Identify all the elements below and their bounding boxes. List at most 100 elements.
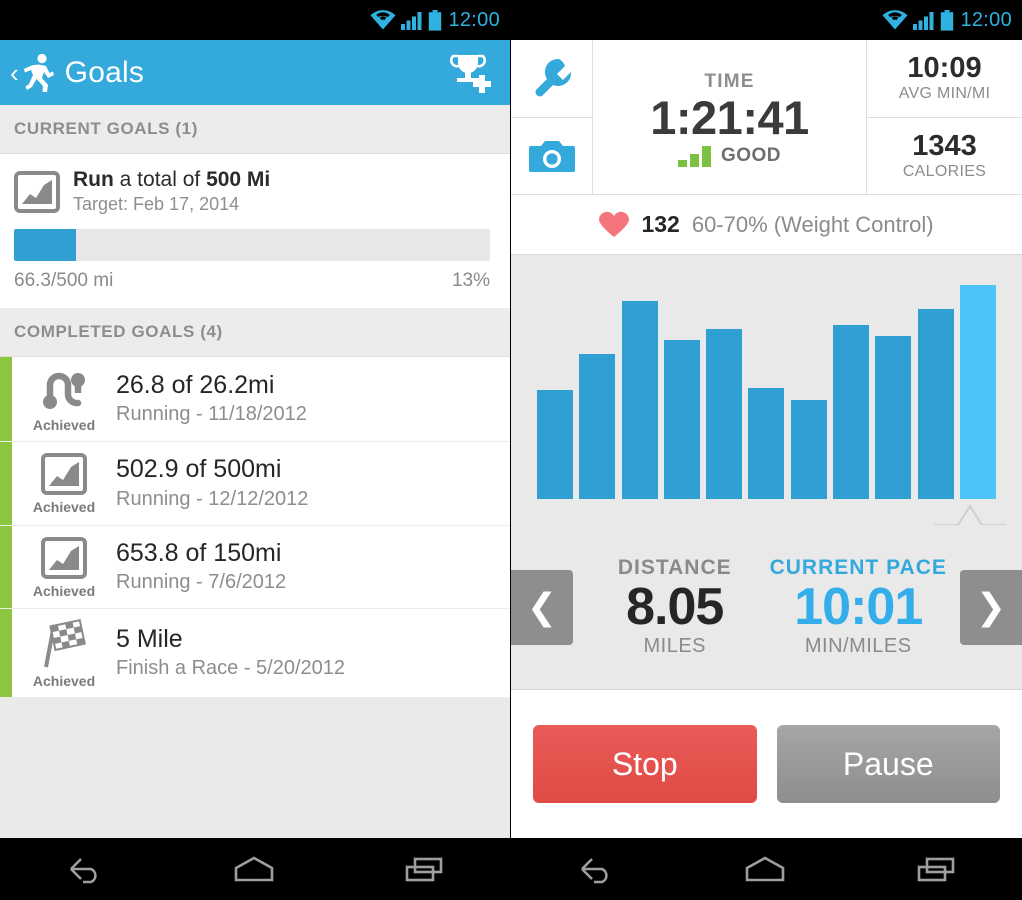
battery-icon bbox=[941, 9, 954, 31]
progress-percent: 13% bbox=[451, 270, 490, 292]
stat-label: AVG MIN/MI bbox=[898, 85, 991, 103]
chart-bars bbox=[537, 277, 996, 499]
pace-unit: MIN/MILES bbox=[804, 634, 912, 657]
chevron-right-icon[interactable]: ❯ bbox=[960, 569, 1022, 645]
screenshot-root: 12:00 ‹ Goals CURRENT GOALS (1) Run a to… bbox=[0, 0, 1022, 900]
time-value: 1:21:41 bbox=[650, 91, 809, 145]
signal-icon bbox=[401, 12, 422, 30]
chevron-left-icon[interactable]: ❮ bbox=[511, 569, 573, 645]
goal-icon-column: Achieved bbox=[12, 526, 116, 609]
list-empty-area bbox=[0, 698, 510, 838]
back-chevron-icon[interactable]: ‹ bbox=[10, 60, 19, 86]
achieved-accent-bar bbox=[0, 609, 12, 698]
progress-bar-fill bbox=[14, 229, 76, 262]
current-goal-target: Target: Feb 17, 2014 bbox=[73, 194, 240, 215]
achieved-badge: Achieved bbox=[32, 499, 96, 516]
signal-bars-icon bbox=[677, 145, 711, 167]
workout-screen: 12:00 TIME 1:21:41 GOOD 10:09 AVG MIN/MI… bbox=[511, 0, 1022, 900]
goal-sub-text: Finish a Race - 5/20/2012 bbox=[116, 657, 346, 680]
home-icon[interactable] bbox=[739, 854, 791, 884]
pace-cell[interactable]: DISTANCE 8.05 MILES bbox=[583, 556, 767, 658]
goal-list-item[interactable]: Achieved 653.8 of 150mi Running - 7/6/2012 bbox=[0, 525, 510, 610]
time-panel: TIME 1:21:41 GOOD bbox=[593, 40, 867, 194]
back-icon[interactable] bbox=[572, 854, 618, 884]
progress-bar bbox=[14, 229, 490, 262]
workout-buttons: Stop Pause bbox=[511, 690, 1022, 838]
checkered-flag-icon bbox=[44, 619, 86, 668]
workout-top-panel: TIME 1:21:41 GOOD 10:09 AVG MIN/MI 1343 CAL… bbox=[511, 40, 1022, 195]
goal-icon-column: Achieved bbox=[12, 357, 116, 441]
chart-bar[interactable] bbox=[537, 389, 573, 499]
chart-selection-caret bbox=[934, 500, 1006, 526]
pause-button[interactable]: Pause bbox=[776, 725, 1000, 803]
chart-bar[interactable] bbox=[621, 300, 658, 499]
goal-main-text: 502.9 of 500mi bbox=[116, 455, 282, 484]
stat-value: 1343 bbox=[912, 129, 977, 162]
current-goal-card[interactable]: Run a total of 500 Mi Target: Feb 17, 20… bbox=[0, 154, 510, 309]
pace-label: CURRENT PACE bbox=[769, 556, 947, 580]
tools-column bbox=[511, 40, 593, 194]
heart-rate-value: 132 bbox=[641, 211, 680, 237]
gps-status: GOOD bbox=[677, 144, 782, 167]
stat-cell: 1343 CALORIES bbox=[867, 116, 1022, 195]
progress-footer: 66.3/500 mi 13% bbox=[14, 270, 490, 298]
goal-body: 653.8 of 150mi Running - 7/6/2012 bbox=[116, 526, 510, 609]
chart-thumbnail-icon bbox=[41, 453, 87, 496]
page-title: Goals bbox=[64, 55, 145, 89]
goal-verb: Run bbox=[73, 168, 114, 191]
goal-body: 26.8 of 26.2mi Running - 11/18/2012 bbox=[116, 357, 510, 441]
achieved-badge: Achieved bbox=[32, 582, 96, 599]
heart-rate-zone: 60-70% (Weight Control) bbox=[691, 211, 934, 237]
goal-mid: a total of bbox=[113, 168, 207, 191]
goal-list-item[interactable]: Achieved 502.9 of 500mi Running - 12/12/20… bbox=[0, 442, 510, 526]
goal-main-text: 653.8 of 150mi bbox=[116, 538, 282, 567]
chart-bar[interactable] bbox=[917, 308, 954, 499]
goal-list-item[interactable]: Achieved 26.8 of 26.2mi Running - 11/18/20… bbox=[0, 357, 510, 443]
home-icon[interactable] bbox=[228, 854, 280, 884]
goal-main-text: 5 Mile bbox=[116, 624, 183, 653]
signal-icon bbox=[913, 12, 934, 30]
chart-bar[interactable] bbox=[790, 399, 827, 499]
stat-value: 10:09 bbox=[907, 52, 982, 85]
chart-bar[interactable] bbox=[706, 328, 743, 499]
chart-bar[interactable] bbox=[748, 388, 785, 499]
goal-body: 5 Mile Finish a Race - 5/20/2012 bbox=[116, 609, 510, 697]
wifi-icon bbox=[882, 10, 908, 30]
trophy-plus-icon[interactable] bbox=[448, 51, 496, 95]
pace-label: DISTANCE bbox=[617, 556, 732, 580]
status-bar-right: 12:00 bbox=[511, 0, 1022, 40]
goal-sub-text: Running - 11/18/2012 bbox=[116, 403, 307, 426]
recents-icon[interactable] bbox=[913, 854, 961, 884]
chart-bar[interactable] bbox=[663, 340, 700, 499]
chart-thumbnail-icon bbox=[41, 536, 87, 579]
status-time: 12:00 bbox=[448, 8, 500, 31]
android-nav-bar bbox=[0, 838, 510, 900]
camera-tool[interactable] bbox=[511, 116, 592, 195]
wifi-icon bbox=[370, 10, 396, 30]
pace-cell[interactable]: CURRENT PACE 10:01 MIN/MILES bbox=[767, 556, 951, 658]
pace-unit: MILES bbox=[643, 634, 707, 657]
settings-tool[interactable] bbox=[511, 40, 592, 117]
heart-rate-row: 132 60-70% (Weight Control) bbox=[511, 195, 1022, 255]
recents-icon[interactable] bbox=[401, 854, 449, 884]
goals-action-bar: ‹ Goals bbox=[0, 40, 510, 105]
goal-list-item[interactable]: Achieved 5 Mile Finish a Race - 5/20/2012 bbox=[0, 609, 510, 699]
route-icon bbox=[43, 372, 85, 410]
splits-chart bbox=[511, 255, 1022, 526]
time-label: TIME bbox=[704, 71, 755, 93]
goal-icon-column: Achieved bbox=[12, 442, 116, 525]
stop-button[interactable]: Stop bbox=[533, 725, 757, 803]
chart-bar[interactable] bbox=[875, 336, 912, 499]
current-goals-header: CURRENT GOALS (1) bbox=[0, 105, 510, 154]
gps-label: GOOD bbox=[720, 144, 782, 166]
chart-bar[interactable] bbox=[833, 324, 870, 499]
heart-icon bbox=[599, 211, 630, 237]
back-icon[interactable] bbox=[61, 854, 107, 884]
goal-sub-text: Running - 12/12/2012 bbox=[116, 487, 309, 510]
achieved-accent-bar bbox=[0, 525, 12, 609]
pace-value: 8.05 bbox=[626, 578, 724, 637]
chart-bar[interactable] bbox=[579, 354, 616, 499]
stat-cell: 10:09 AVG MIN/MI bbox=[867, 40, 1022, 117]
chart-bar[interactable] bbox=[959, 284, 996, 499]
completed-goals-list: Achieved 26.8 of 26.2mi Running - 11/18/20… bbox=[0, 357, 510, 699]
